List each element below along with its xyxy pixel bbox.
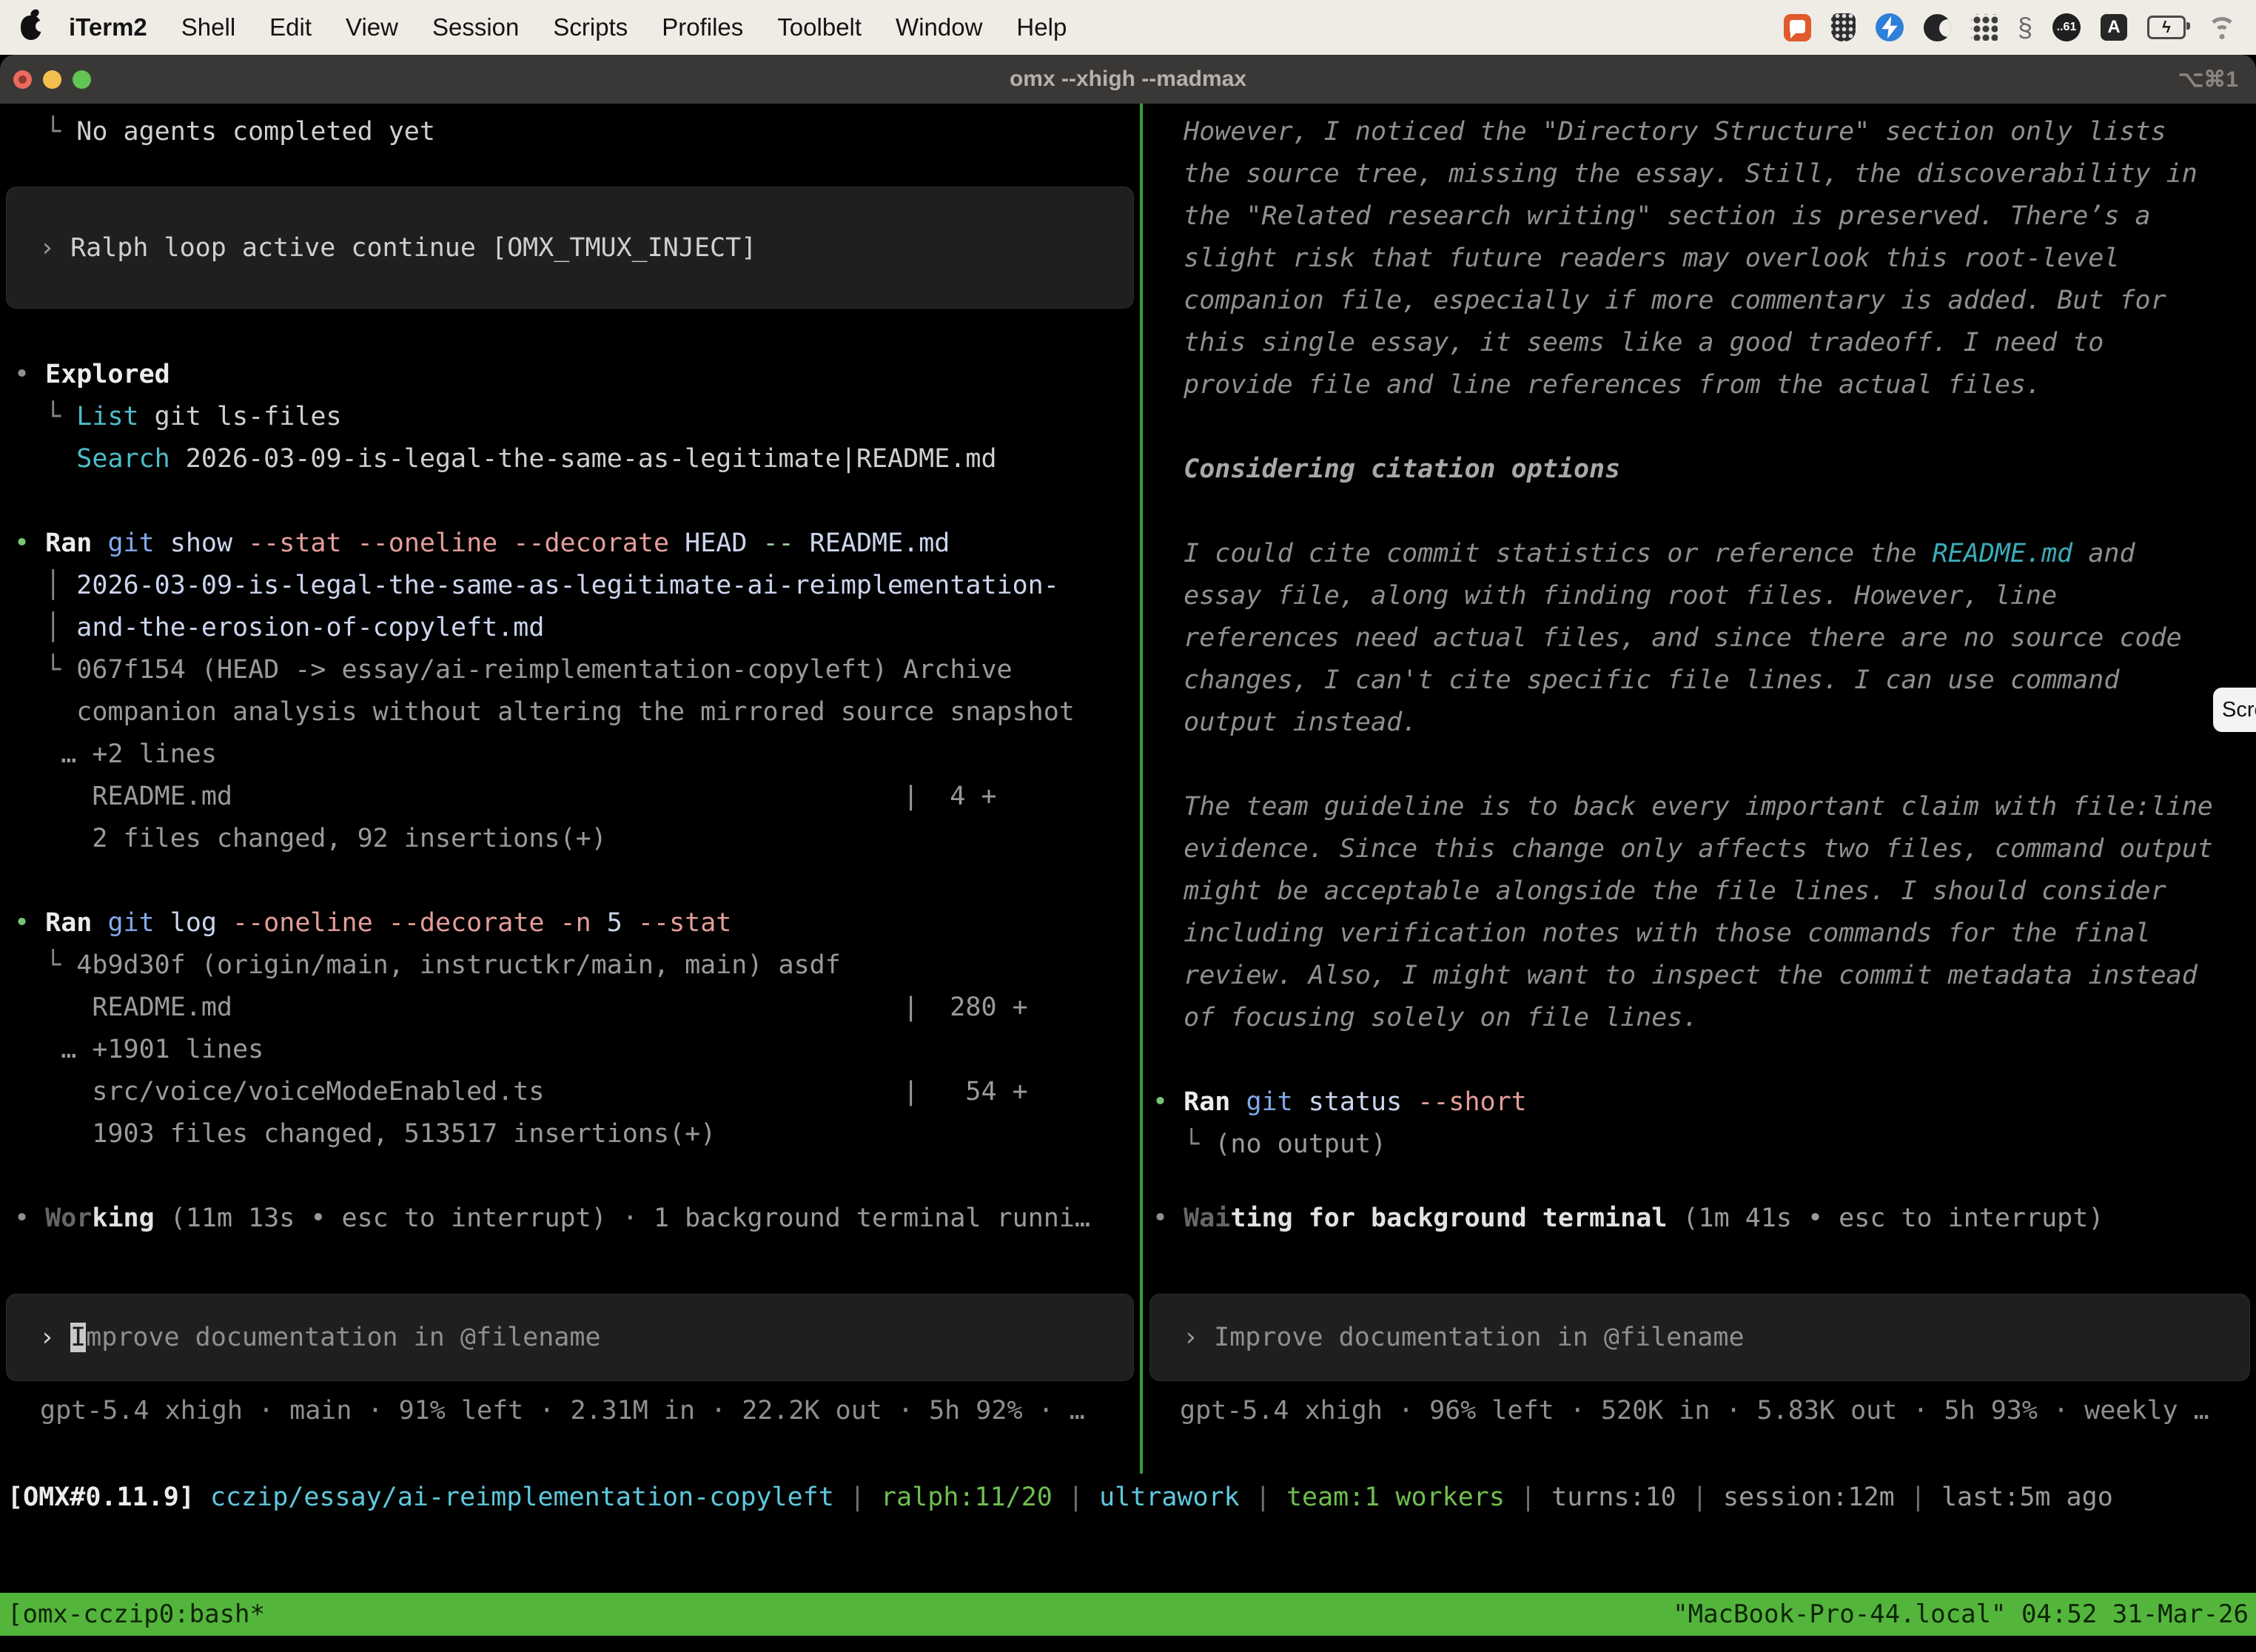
agent-input-box-left[interactable]: › I mprove documentation in @filename (6, 1294, 1134, 1381)
menu-item-session[interactable]: Session (415, 13, 536, 41)
menu-item-help[interactable]: Help (999, 13, 1084, 41)
agent-input-box-right[interactable]: › Improve documentation in @filename (1149, 1294, 2250, 1381)
terminal-line: └ 067f154 (HEAD -> essay/ai-reimplementa… (14, 649, 1013, 691)
terminal-line: • Waiting for background terminal (1m 41… (1152, 1198, 2104, 1240)
screen-share-overlay[interactable]: Scre (2213, 688, 2256, 732)
agent-input-box-ralph[interactable]: › Ralph loop active continue [OMX_TMUX_I… (6, 187, 1134, 309)
terminal-line: … +1901 lines (14, 1029, 263, 1071)
wifi-icon[interactable] (2206, 16, 2238, 39)
text-cursor: I (70, 1323, 86, 1352)
terminal-line: references need actual files, and since … (1152, 617, 2182, 659)
terminal-line: changes, I can't cite specific file line… (1152, 659, 2119, 702)
dark-crescent-icon[interactable] (1924, 14, 1951, 41)
input-text: Ralph loop active continue [OMX_TMUX_INJ… (70, 233, 756, 263)
tmux-host-clock-label: "MacBook-Pro-44.local" 04:52 31-Mar-26 (1673, 1599, 2249, 1629)
terminal-line: └ No agents completed yet (14, 111, 435, 153)
window-title-bar[interactable]: omx --xhigh --madmax ⌥⌘1 (0, 55, 2256, 104)
terminal-line: • Ran git status --short (1152, 1081, 1527, 1124)
macos-menu-bar: iTerm2ShellEditViewSessionScriptsProfile… (0, 0, 2256, 55)
terminal-line: • Working (11m 13s • esc to interrupt) ·… (14, 1198, 1090, 1240)
terminal-line: 2 files changed, 92 insertions(+) (14, 818, 607, 860)
battery-charging-icon[interactable]: ϟ (2147, 16, 2186, 39)
terminal-line: • Explored (14, 354, 170, 396)
terminal-line: src/voice/voiceModeEnabled.ts | 54 + (14, 1071, 1028, 1113)
terminal-line: output instead. (1152, 702, 1417, 744)
terminal-line: └ (no output) (1152, 1124, 1386, 1166)
terminal-line: • Ran git log --oneline --decorate -n 5 … (14, 902, 731, 944)
window-shortcut-badge: ⌥⌘1 (2178, 67, 2238, 93)
terminal-line: Search 2026-03-09-is-legal-the-same-as-l… (14, 438, 997, 480)
terminal-line: Considering citation options (1152, 449, 1620, 491)
model-status-line-right: gpt-5.4 xhigh · 96% left · 520K in · 5.8… (1180, 1390, 2209, 1432)
input-placeholder: mprove documentation in @filename (86, 1323, 600, 1352)
window-title: omx --xhigh --madmax (0, 67, 2256, 92)
terminal-line: provide file and line references from th… (1152, 364, 2041, 406)
menu-item-scripts[interactable]: Scripts (536, 13, 645, 41)
prompt-chevron-icon: › (39, 233, 55, 263)
terminal-line: the "Related research writing" section i… (1152, 195, 2151, 238)
menu-items: iTerm2ShellEditViewSessionScriptsProfile… (52, 13, 1084, 41)
terminal-line: review. Also, I might want to inspect th… (1152, 955, 2198, 997)
terminal-line: evidence. Since this change only affects… (1152, 828, 2213, 870)
menu-item-shell[interactable]: Shell (164, 13, 252, 41)
iterm2-window: omx --xhigh --madmax ⌥⌘1 └ No agents com… (0, 55, 2256, 1652)
terminal-line: • Ran git show --stat --oneline --decora… (14, 523, 950, 565)
terminal-line: The team guideline is to back every impo… (1152, 786, 2213, 828)
terminal-line: of focusing solely on file lines. (1152, 997, 1699, 1039)
tmux-status-bar: [omx-cczip0:bash* "MacBook-Pro-44.local"… (0, 1593, 2256, 1636)
terminal-line: │ 2026-03-09-is-legal-the-same-as-legiti… (14, 565, 1059, 607)
menu-status-icons: § ..61 A ϟ (1784, 13, 2256, 41)
menu-item-profiles[interactable]: Profiles (645, 13, 760, 41)
terminal-pane-right[interactable]: However, I noticed the "Directory Struct… (1144, 104, 2256, 1474)
terminal-line: └ List git ls-files (14, 396, 342, 438)
terminal-line: README.md | 4 + (14, 776, 997, 818)
terminal-line: └ 4b9d30f (origin/main, instructkr/main,… (14, 944, 841, 987)
menu-item-edit[interactable]: Edit (252, 13, 329, 41)
menu-item-view[interactable]: View (329, 13, 415, 41)
terminal-line: companion file, especially if more comme… (1152, 280, 2166, 322)
terminal-line: might be acceptable alongside the file l… (1152, 870, 2166, 913)
terminal-line: However, I noticed the "Directory Struct… (1152, 111, 2166, 153)
chat-app-icon[interactable] (1784, 14, 1811, 41)
terminal-line: … +2 lines (14, 733, 217, 776)
terminal-line: README.md | 280 + (14, 987, 1028, 1029)
blue-bolt-badge-icon[interactable] (1876, 13, 1904, 41)
terminal-pane-left[interactable]: └ No agents completed yet • Explored └ Li… (0, 104, 1140, 1474)
squiggle-icon[interactable]: § (2018, 14, 2032, 41)
menu-item-iterm2[interactable]: iTerm2 (52, 13, 164, 41)
input-source-icon[interactable]: A (2101, 14, 2127, 41)
terminal-line: slight risk that future readers may over… (1152, 238, 2119, 280)
terminal-line: companion analysis without altering the … (14, 691, 1075, 733)
dots-grid-icon[interactable] (1971, 14, 1998, 41)
terminal-line: 1903 files changed, 513517 insertions(+) (14, 1113, 716, 1155)
terminal-line: essay file, along with finding root file… (1152, 575, 2057, 617)
model-status-line-left: gpt-5.4 xhigh · main · 91% left · 2.31M … (40, 1390, 1085, 1432)
menu-item-toolbelt[interactable]: Toolbelt (760, 13, 879, 41)
terminal-line: this single essay, it seems like a good … (1152, 322, 2104, 364)
keypad-shield-icon[interactable] (1831, 13, 1856, 41)
tmux-session-label[interactable]: [omx-cczip0:bash* (7, 1599, 265, 1629)
terminal-line: I could cite commit statistics or refere… (1152, 533, 2135, 575)
apple-logo-icon[interactable] (21, 16, 41, 40)
terminal-line: │ and-the-erosion-of-copyleft.md (14, 607, 544, 649)
usage-badge-icon[interactable]: ..61 (2052, 13, 2081, 41)
prompt-chevron-icon: › (1183, 1323, 1198, 1352)
input-placeholder: Improve documentation in @filename (1214, 1323, 1744, 1352)
menu-item-window[interactable]: Window (879, 13, 999, 41)
prompt-chevron-icon: › (39, 1323, 55, 1352)
terminal-line: the source tree, missing the essay. Stil… (1152, 153, 2198, 195)
omx-status-line: [OMX#0.11.9] cczip/essay/ai-reimplementa… (7, 1477, 2113, 1519)
pane-divider[interactable] (1140, 104, 1143, 1474)
terminal-line: including verification notes with those … (1152, 913, 2151, 955)
